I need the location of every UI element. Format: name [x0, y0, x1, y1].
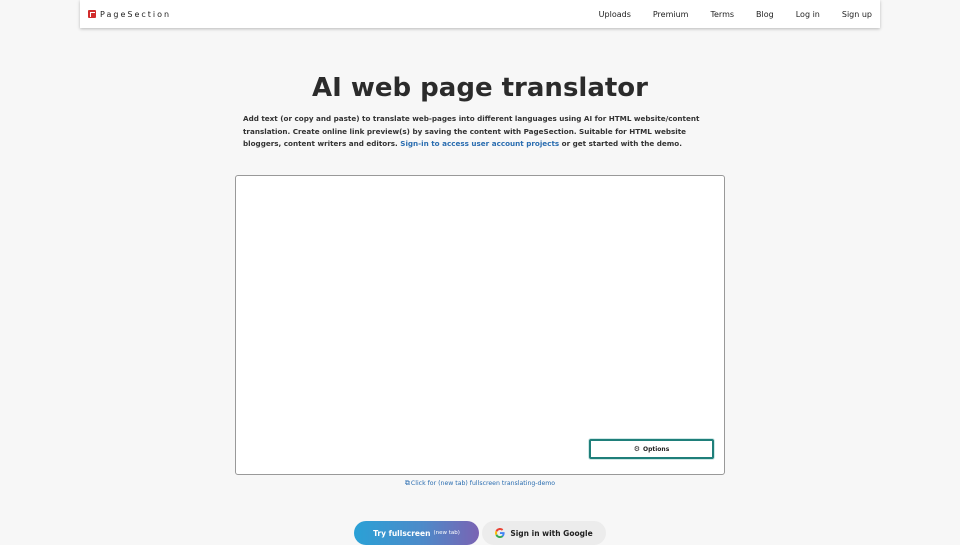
- page-title: AI web page translator: [312, 73, 648, 103]
- brand-name: PageSection: [100, 9, 172, 19]
- nav-link-signup[interactable]: Sign up: [826, 10, 872, 19]
- google-signin-label: Sign in with Google: [510, 528, 593, 538]
- gear-icon: ⚙: [633, 444, 640, 453]
- nav-link-login[interactable]: Log in: [780, 10, 826, 19]
- nav-link-blog[interactable]: Blog: [740, 10, 780, 19]
- fullscreen-link-label: Click for (new tab) fullscreen translati…: [410, 480, 556, 487]
- nav-links: Uploads Premium Terms Blog Log in Sign u…: [583, 10, 872, 19]
- intro-paragraph: Add text (or copy and paste) to translat…: [243, 113, 717, 151]
- intro-tail: or get started with the demo.: [559, 139, 682, 149]
- try-fullscreen-label: Try fullscreen: [373, 528, 431, 538]
- google-signin-button[interactable]: Sign in with Google: [482, 521, 606, 545]
- options-label: Options: [642, 445, 670, 453]
- pagesection-logo-icon: [88, 10, 96, 18]
- nav-link-terms[interactable]: Terms: [694, 10, 740, 19]
- options-button[interactable]: ⚙ Options: [589, 439, 714, 459]
- fullscreen-demo-link[interactable]: ⧉Click for (new tab) fullscreen translat…: [0, 479, 960, 488]
- try-fullscreen-sub: (new tab): [433, 530, 460, 536]
- brand-home-link[interactable]: PageSection: [88, 10, 171, 19]
- try-fullscreen-button[interactable]: Try fullscreen (new tab): [354, 521, 479, 545]
- translator-editor-frame[interactable]: ⚙ Options: [235, 175, 725, 475]
- external-link-icon: ⧉: [404, 479, 410, 487]
- top-navbar: PageSection Uploads Premium Terms Blog L…: [80, 0, 880, 28]
- nav-link-premium[interactable]: Premium: [637, 10, 695, 19]
- nav-link-uploads[interactable]: Uploads: [583, 10, 637, 19]
- signin-projects-link[interactable]: Sign-in to access user account projects: [400, 139, 559, 148]
- google-icon: [495, 528, 505, 538]
